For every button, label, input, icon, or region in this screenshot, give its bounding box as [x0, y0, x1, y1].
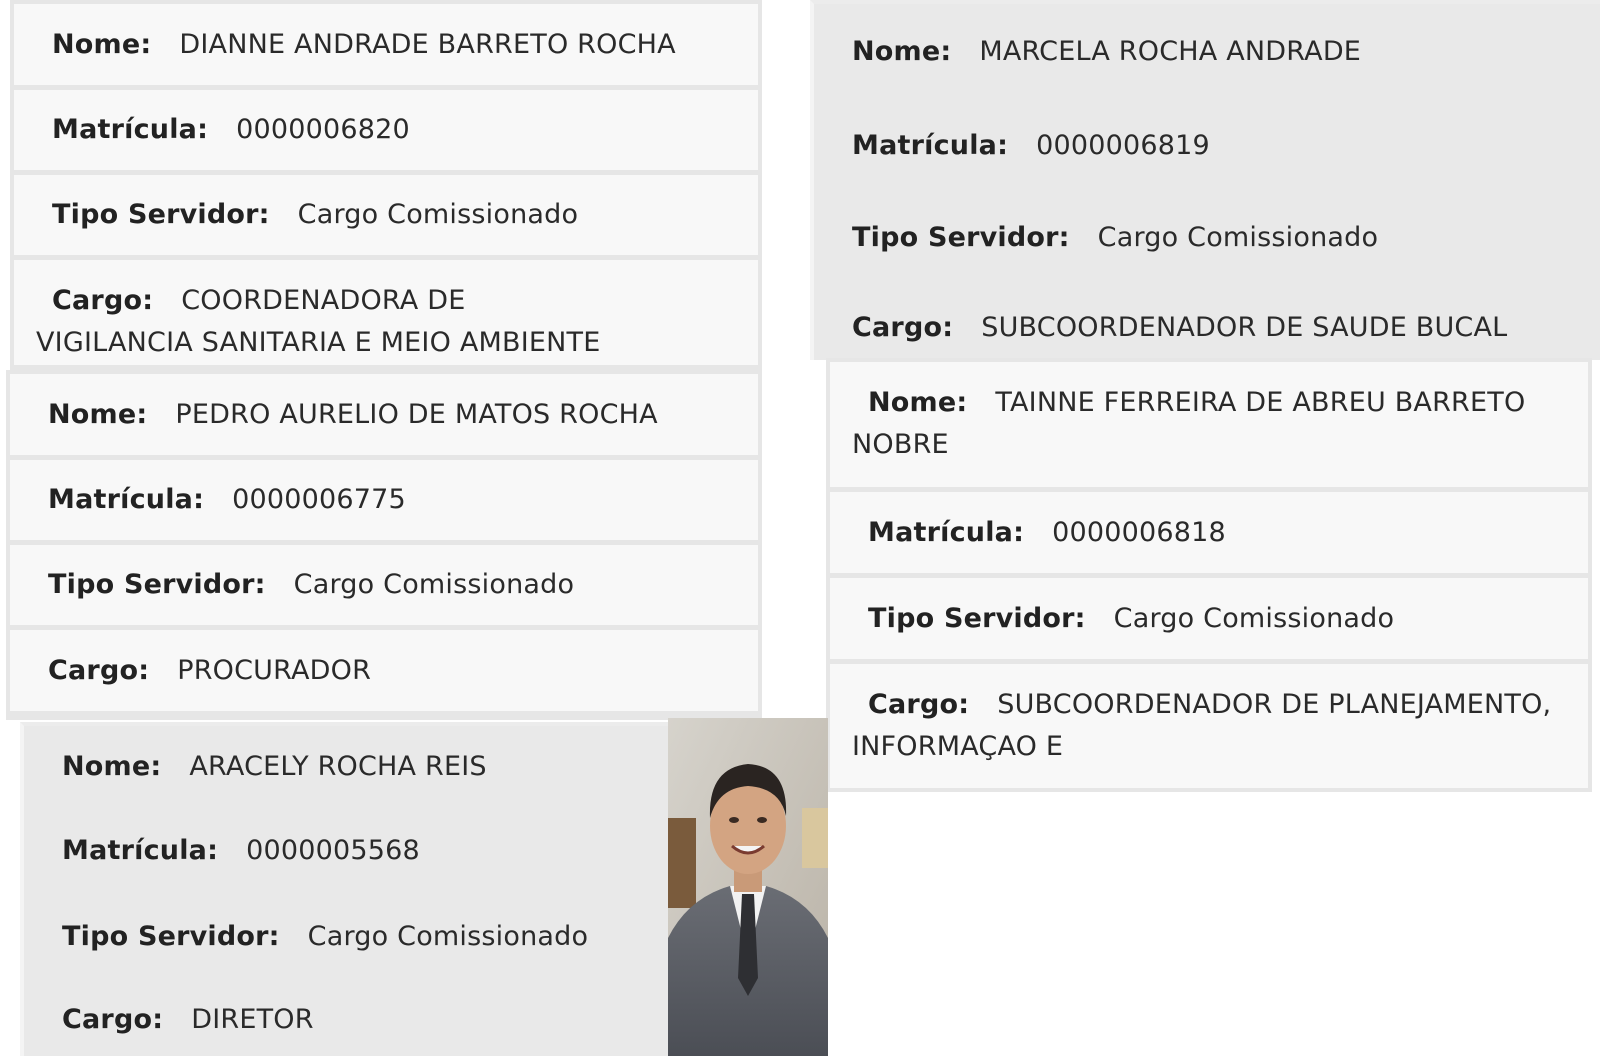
cargo-label: Cargo:: [852, 312, 954, 343]
tipo-servidor-value: Cargo Comissionado: [293, 569, 575, 600]
nome-value: ARACELY ROCHA REIS: [189, 751, 487, 782]
person-portrait-icon: [668, 718, 828, 1056]
nome-value: DIANNE ANDRADE BARRETO ROCHA: [179, 28, 676, 60]
tipo-servidor-value: Cargo Comissionado: [1113, 602, 1395, 634]
cargo-row: Cargo: COORDENADORA DE VIGILANCIA SANITAR…: [14, 260, 758, 366]
tipo-servidor-label: Tipo Servidor:: [852, 222, 1070, 253]
nome-label: Nome:: [868, 387, 968, 418]
matricula-value: 0000006775: [232, 484, 406, 515]
nome-row: Nome: TAINNE FERREIRA DE ABREU BARRETO NO…: [830, 362, 1588, 492]
matricula-row: Matrícula: 0000005568: [24, 808, 668, 894]
matricula-value: 0000006820: [236, 114, 410, 145]
nome-row: Nome: MARCELA ROCHA ANDRADE: [814, 4, 1600, 100]
tipo-servidor-row: Tipo Servidor: Cargo Comissionado: [814, 192, 1600, 284]
tipo-servidor-row: Tipo Servidor: Cargo Comissionado: [10, 545, 758, 630]
nome-row: Nome: ARACELY ROCHA REIS: [24, 726, 668, 808]
nome-label: Nome:: [48, 398, 148, 430]
nome-value: PEDRO AURELIO DE MATOS ROCHA: [175, 398, 658, 430]
tipo-servidor-row: Tipo Servidor: Cargo Comissionado: [830, 578, 1588, 664]
tipo-servidor-label: Tipo Servidor:: [868, 602, 1086, 634]
cargo-row: Cargo: DIRETOR: [24, 980, 668, 1056]
tipo-servidor-value: Cargo Comissionado: [1097, 222, 1379, 253]
nome-row: Nome: PEDRO AURELIO DE MATOS ROCHA: [10, 374, 758, 460]
cargo-label: Cargo:: [868, 689, 970, 720]
cargo-label: Cargo:: [48, 654, 150, 686]
servidor-card-marcela: Nome: MARCELA ROCHA ANDRADE Matrícula: 0…: [810, 0, 1600, 360]
nome-label: Nome:: [62, 751, 162, 782]
matricula-value: 0000006818: [1052, 516, 1226, 548]
tipo-servidor-label: Tipo Servidor:: [48, 569, 266, 600]
matricula-label: Matrícula:: [852, 130, 1009, 161]
matricula-label: Matrícula:: [52, 114, 209, 145]
matricula-label: Matrícula:: [62, 835, 219, 866]
tipo-servidor-row: Tipo Servidor: Cargo Comissionado: [14, 175, 758, 260]
nome-row: Nome: DIANNE ANDRADE BARRETO ROCHA: [14, 4, 758, 90]
cargo-value: DIRETOR: [191, 1004, 314, 1035]
cargo-row: Cargo: SUBCOORDENADOR DE SAUDE BUCAL: [814, 284, 1600, 360]
matricula-row: Matrícula: 0000006818: [830, 492, 1588, 578]
tipo-servidor-value: Cargo Comissionado: [297, 199, 579, 230]
tipo-servidor-label: Tipo Servidor:: [62, 921, 280, 952]
tipo-servidor-row: Tipo Servidor: Cargo Comissionado: [24, 894, 668, 980]
servidor-card-dianne: Nome: DIANNE ANDRADE BARRETO ROCHA Matrí…: [10, 0, 762, 370]
tipo-servidor-value: Cargo Comissionado: [307, 921, 589, 952]
matricula-label: Matrícula:: [48, 484, 205, 515]
cargo-row: Cargo: PROCURADOR: [10, 630, 758, 716]
cargo-label: Cargo:: [52, 285, 154, 316]
matricula-row: Matrícula: 0000006775: [10, 460, 758, 545]
matricula-value: 0000006819: [1036, 130, 1210, 161]
nome-value: MARCELA ROCHA ANDRADE: [979, 36, 1362, 67]
cargo-label: Cargo:: [62, 1004, 164, 1035]
matricula-row: Matrícula: 0000006819: [814, 100, 1600, 192]
servidor-card-aracely: Nome: ARACELY ROCHA REIS Matrícula: 0000…: [20, 722, 668, 1056]
nome-label: Nome:: [852, 36, 952, 67]
matricula-value: 0000005568: [246, 835, 420, 866]
servidor-card-tainne: Nome: TAINNE FERREIRA DE ABREU BARRETO NO…: [826, 358, 1592, 792]
matricula-row: Matrícula: 0000006820: [14, 90, 758, 175]
tipo-servidor-label: Tipo Servidor:: [52, 199, 270, 230]
nome-label: Nome:: [52, 28, 152, 60]
portrait-photo: [668, 718, 828, 1056]
cargo-row: Cargo: SUBCOORDENADOR DE PLANEJAMENTO, IN…: [830, 664, 1588, 788]
cargo-value: PROCURADOR: [177, 654, 372, 686]
matricula-label: Matrícula:: [868, 516, 1025, 548]
servidor-card-pedro: Nome: PEDRO AURELIO DE MATOS ROCHA Matrí…: [6, 370, 762, 720]
cargo-value: SUBCOORDENADOR DE SAUDE BUCAL: [981, 312, 1508, 343]
